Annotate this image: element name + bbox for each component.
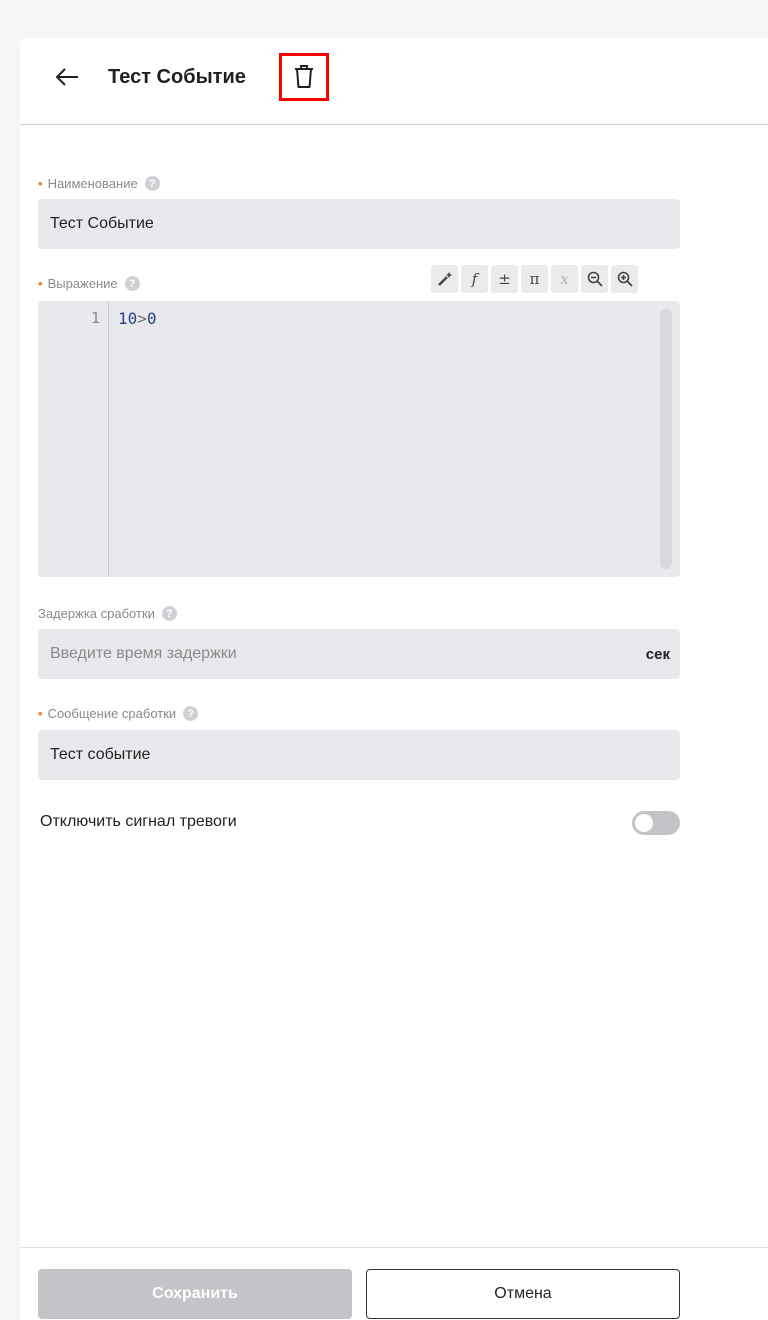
zoom-out-icon[interactable] xyxy=(581,265,608,293)
required-marker: • xyxy=(38,276,43,291)
delete-button[interactable] xyxy=(279,53,329,101)
code-number: 0 xyxy=(146,309,157,328)
delay-label-text: Задержка сработки xyxy=(38,606,155,621)
name-value: Тест Событие xyxy=(50,215,154,232)
event-editor-panel: Тест Событие • Наименование ? Тест Событ… xyxy=(20,38,768,1320)
expression-label-text: Выражение xyxy=(47,276,118,291)
page-title: Тест Событие xyxy=(108,66,246,88)
back-button[interactable] xyxy=(50,60,84,94)
delay-unit: сек xyxy=(645,645,670,663)
message-value: Тест событие xyxy=(50,746,151,763)
line-number: 1 xyxy=(90,309,100,327)
editor-scrollbar[interactable] xyxy=(660,309,672,569)
save-button[interactable]: Сохранить xyxy=(38,1269,352,1319)
name-label: • Наименование ? xyxy=(38,176,160,191)
message-input[interactable]: Тест событие xyxy=(38,730,680,780)
help-icon[interactable]: ? xyxy=(144,176,160,191)
alarm-toggle-label: Отключить сигнал тревоги xyxy=(40,813,237,830)
alarm-toggle-switch[interactable] xyxy=(632,811,680,835)
delay-input[interactable]: Введите время задержки сек xyxy=(38,629,680,679)
expression-editor[interactable]: 1 10>0 xyxy=(38,301,680,577)
delay-placeholder: Введите время задержки xyxy=(50,645,237,662)
trash-icon xyxy=(295,65,313,88)
delay-label: Задержка сработки ? xyxy=(38,606,177,621)
help-icon[interactable]: ? xyxy=(161,606,177,621)
required-marker: • xyxy=(38,176,43,191)
header: Тест Событие xyxy=(20,38,768,125)
name-label-text: Наименование xyxy=(47,176,138,191)
variable-icon[interactable]: x xyxy=(551,265,578,293)
expression-label: • Выражение ? xyxy=(38,276,140,291)
zoom-in-icon[interactable] xyxy=(611,265,638,293)
alarm-toggle-row: Отключить сигнал тревоги xyxy=(38,808,680,838)
line-gutter: 1 xyxy=(38,301,109,577)
message-label-text: Сообщение сработки xyxy=(47,706,177,721)
toggle-knob xyxy=(635,814,653,832)
magic-wand-icon[interactable] xyxy=(431,265,458,293)
required-marker: • xyxy=(38,706,43,721)
code-line: 10>0 xyxy=(118,309,157,328)
function-icon[interactable]: f xyxy=(461,265,488,293)
name-input[interactable]: Тест Событие xyxy=(38,199,680,249)
code-operator: > xyxy=(137,309,147,328)
help-icon[interactable]: ? xyxy=(124,276,140,291)
plus-minus-icon[interactable]: ± xyxy=(491,265,518,293)
cancel-button[interactable]: Отмена xyxy=(366,1269,680,1319)
arrow-left-icon xyxy=(55,68,78,86)
message-label: • Сообщение сработки ? xyxy=(38,706,199,721)
help-icon[interactable]: ? xyxy=(183,706,199,721)
code-number: 10 xyxy=(118,309,138,328)
footer: Сохранить Отмена xyxy=(20,1247,768,1320)
pi-icon[interactable]: π xyxy=(521,265,548,293)
expression-toolbar: f ± π x xyxy=(428,264,638,294)
